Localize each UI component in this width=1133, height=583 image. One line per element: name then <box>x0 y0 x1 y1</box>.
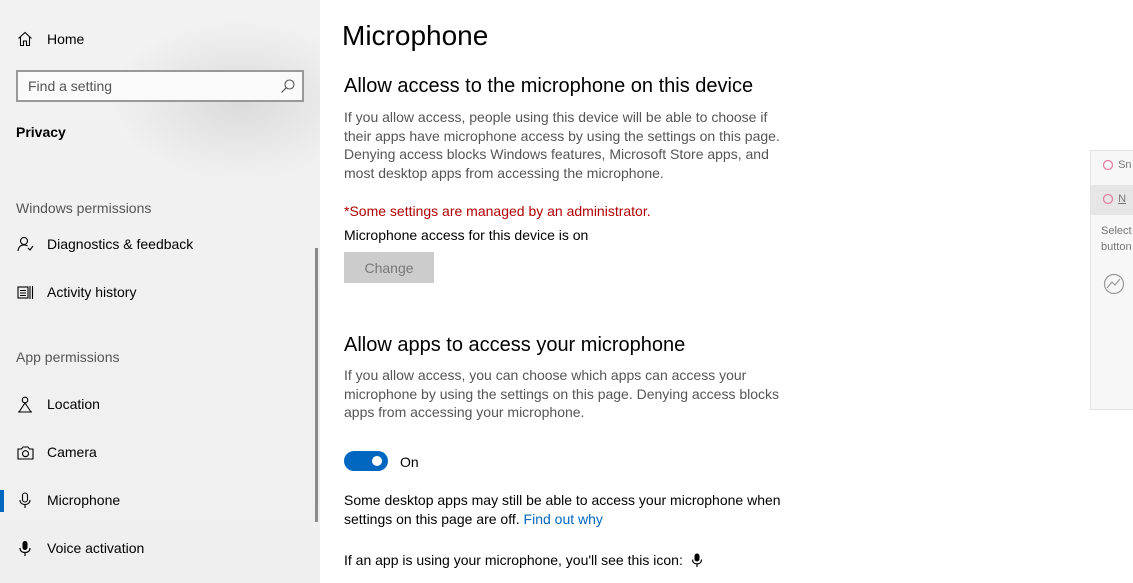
sidebar-item-home[interactable]: Home <box>0 19 320 59</box>
sidebar-item-camera[interactable]: Camera <box>0 432 320 472</box>
pen-icon[interactable] <box>1103 273 1125 295</box>
sidebar-scrollbar[interactable] <box>315 248 318 522</box>
activity-history-icon <box>16 283 34 301</box>
description-line: most desktop apps from accessing the mic… <box>344 164 664 181</box>
sidebar-item-label: Camera <box>47 444 97 460</box>
note-text: settings on this page are off. <box>344 510 520 527</box>
mic-in-use-info: If an app is using your microphone, you'… <box>344 552 703 568</box>
toggle-knob <box>372 456 382 466</box>
sidebar-item-label: Home <box>47 31 85 47</box>
microphone-in-use-icon <box>691 553 703 568</box>
apps-access-toggle[interactable] <box>344 451 388 471</box>
new-row[interactable]: N <box>1091 185 1133 215</box>
description-line: If you allow access, you can choose whic… <box>344 367 747 383</box>
sidebar-item-label: Location <box>47 396 100 412</box>
voice-activation-icon <box>16 539 34 557</box>
description-line: microphone by using the settings on this… <box>344 385 780 402</box>
home-icon <box>16 30 34 48</box>
sidebar-item-activity-history[interactable]: Activity history <box>0 272 320 312</box>
note-line-2: settings on this page are off. Find out … <box>344 510 804 529</box>
description-line: If you allow access, people using this d… <box>344 109 768 125</box>
description-line: apps from accessing your microphone. <box>344 404 585 420</box>
apps-access-description: If you allow access, you can choose whic… <box>344 366 784 422</box>
snip-icon <box>1102 159 1114 171</box>
microphone-icon <box>16 491 34 509</box>
description-line: Denying access blocks Windows features, … <box>344 146 769 162</box>
sidebar-item-microphone[interactable]: Microphone <box>0 480 320 520</box>
group-label-windows-permissions: Windows permissions <box>16 200 152 216</box>
snip-row[interactable]: Sn <box>1101 159 1132 171</box>
main-content: Microphone Allow access to the microphon… <box>320 0 1133 583</box>
toggle-state-label: On <box>400 454 419 470</box>
search-icon[interactable] <box>280 78 296 94</box>
device-access-status: Microphone access for this device is on <box>344 227 589 243</box>
diagnostics-icon <box>16 235 34 253</box>
section-title: Privacy <box>16 124 66 140</box>
sidebar-item-label: Microphone <box>47 492 121 508</box>
device-access-heading: Allow access to the microphone on this d… <box>344 75 754 97</box>
new-label-wrap: N <box>1101 193 1126 205</box>
search-box[interactable] <box>16 70 304 102</box>
sidebar-item-label: Voice activation <box>47 540 145 556</box>
snip-tool-panel: Sn N Select button <box>1090 150 1133 410</box>
sidebar-item-voice-activation[interactable]: Voice activation <box>0 528 320 568</box>
find-out-why-link[interactable]: Find out why <box>524 511 603 527</box>
admin-managed-notice: *Some settings are managed by an adminis… <box>344 203 651 219</box>
snip-label: Sn <box>1118 159 1132 171</box>
sidebar-item-label: Activity history <box>47 284 137 300</box>
sidebar: Home Privacy Windows permissions Diagnos… <box>0 0 320 583</box>
location-icon <box>16 395 34 413</box>
device-access-description: If you allow access, people using this d… <box>344 108 784 182</box>
sidebar-item-diagnostics[interactable]: Diagnostics & feedback <box>0 224 320 264</box>
group-label-app-permissions: App permissions <box>16 349 120 365</box>
sidebar-item-location[interactable]: Location <box>0 384 320 424</box>
description-line: their apps have microphone access by usi… <box>344 127 780 144</box>
note-line: Some desktop apps may still be able to a… <box>344 492 781 508</box>
camera-icon <box>16 443 34 461</box>
button-text: button <box>1101 241 1132 253</box>
new-snip-icon <box>1102 193 1114 205</box>
select-text: Select <box>1101 225 1132 237</box>
search-input[interactable] <box>18 72 278 100</box>
desktop-apps-note: Some desktop apps may still be able to a… <box>344 491 804 528</box>
sidebar-item-label: Diagnostics & feedback <box>47 236 194 252</box>
apps-access-heading: Allow apps to access your microphone <box>344 334 686 356</box>
new-label: N <box>1118 193 1127 205</box>
page-title: Microphone <box>342 20 489 51</box>
mic-in-use-text: If an app is using your microphone, you'… <box>344 552 683 568</box>
change-button[interactable]: Change <box>344 252 434 283</box>
